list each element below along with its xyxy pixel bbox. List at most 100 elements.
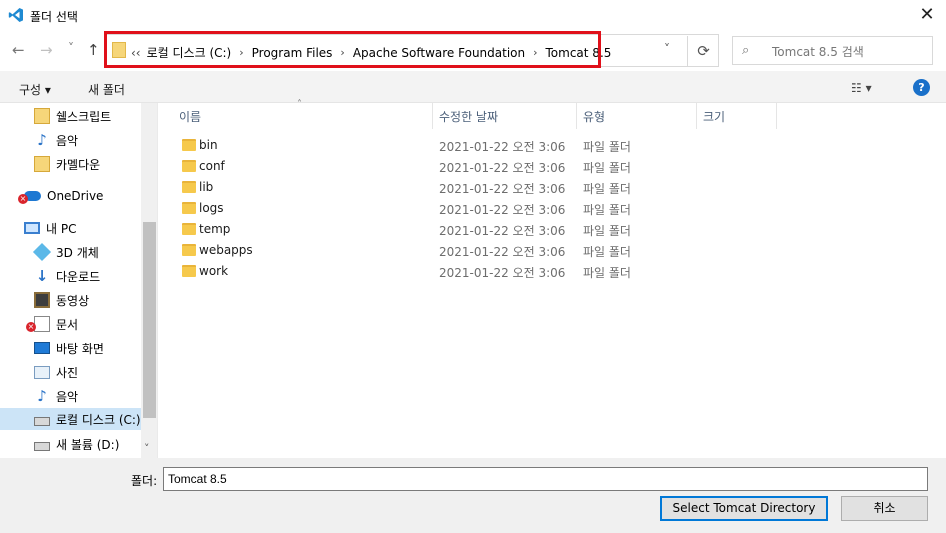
table-row[interactable]: bin 2021-01-22 오전 3:06 파일 폴더 bbox=[170, 135, 670, 156]
column-header-type[interactable]: 유형 bbox=[583, 108, 605, 125]
file-date: 2021-01-22 오전 3:06 bbox=[439, 140, 566, 154]
sidebar-item-documents[interactable]: × 문서 bbox=[0, 313, 141, 335]
file-name: conf bbox=[199, 159, 225, 173]
desktop-icon bbox=[34, 342, 50, 354]
folder-icon bbox=[182, 181, 196, 193]
file-name: bin bbox=[199, 138, 218, 152]
scroll-down-button[interactable]: ˅ bbox=[144, 442, 150, 455]
column-header-size[interactable]: 크기 bbox=[703, 108, 725, 125]
sidebar-item-desktop[interactable]: 바탕 화면 bbox=[0, 337, 141, 359]
sidebar-item-label: 동영상 bbox=[56, 293, 90, 308]
folder-sync-icon bbox=[34, 156, 50, 172]
sidebar-item-label: 사진 bbox=[56, 365, 79, 380]
file-date: 2021-01-22 오전 3:06 bbox=[439, 203, 566, 217]
new-folder-button[interactable]: 새 폴더 bbox=[88, 81, 125, 98]
music-icon: ♪ bbox=[37, 131, 47, 149]
sidebar-item-camel-down[interactable]: 카멜다운 bbox=[0, 153, 141, 175]
music-icon: ♪ bbox=[37, 387, 47, 405]
refresh-button[interactable]: ⟳ bbox=[687, 36, 719, 66]
file-date: 2021-01-22 오전 3:06 bbox=[439, 182, 566, 196]
file-name: temp bbox=[199, 222, 231, 236]
column-divider[interactable] bbox=[696, 103, 697, 129]
pc-icon bbox=[24, 222, 40, 234]
file-type: 파일 폴더 bbox=[583, 266, 631, 280]
sidebar-item-label: 음악 bbox=[56, 133, 79, 148]
column-header-name[interactable]: 이름 bbox=[179, 108, 201, 125]
drive-icon bbox=[34, 416, 50, 426]
file-type: 파일 폴더 bbox=[583, 245, 631, 259]
onedrive-icon: × bbox=[18, 191, 41, 204]
folder-icon bbox=[182, 160, 196, 172]
sidebar-item-music[interactable]: ♪ 음악 bbox=[0, 129, 141, 151]
table-row[interactable]: logs 2021-01-22 오전 3:06 파일 폴더 bbox=[170, 198, 670, 219]
document-icon: × bbox=[26, 316, 50, 332]
up-button[interactable]: ↑ bbox=[87, 41, 100, 59]
sidebar-item-label: 바탕 화면 bbox=[56, 341, 104, 356]
folder-icon bbox=[182, 139, 196, 151]
title-bar bbox=[0, 0, 946, 31]
sidebar-item-label: 쉘스크립트 bbox=[56, 109, 112, 124]
back-button[interactable]: ← bbox=[12, 41, 25, 59]
download-icon: ↓ bbox=[35, 267, 49, 285]
view-options-button[interactable]: ☷ ▾ bbox=[851, 81, 872, 95]
forward-button[interactable]: → bbox=[40, 41, 53, 59]
sidebar-item-pictures[interactable]: 사진 bbox=[0, 361, 141, 383]
file-type: 파일 폴더 bbox=[583, 224, 631, 238]
highlight-frame bbox=[104, 31, 601, 68]
column-header-date[interactable]: 수정한 날짜 bbox=[439, 108, 498, 125]
table-row[interactable]: temp 2021-01-22 오전 3:06 파일 폴더 bbox=[170, 219, 670, 240]
file-name: work bbox=[199, 264, 229, 278]
cancel-button[interactable]: 취소 bbox=[841, 496, 928, 521]
sidebar-item-label: 음악 bbox=[56, 389, 79, 404]
close-button[interactable]: ✕ bbox=[916, 4, 938, 26]
folder-icon bbox=[182, 202, 196, 214]
table-row[interactable]: work 2021-01-22 오전 3:06 파일 폴더 bbox=[170, 261, 670, 282]
vscode-app-icon bbox=[8, 8, 23, 22]
navigation-pane: 쉘스크립트 ♪ 음악 카멜다운 × OneDrive 내 PC 3D 개체 ↓ … bbox=[0, 103, 157, 458]
sidebar-item-shellscript[interactable]: 쉘스크립트 bbox=[0, 105, 141, 127]
address-dropdown-button[interactable]: ˅ bbox=[664, 42, 670, 56]
folder-label: 폴더: bbox=[131, 474, 158, 488]
file-name: lib bbox=[199, 180, 214, 194]
sidebar-item-videos[interactable]: 동영상 bbox=[0, 289, 141, 311]
sidebar-item-label: 로컬 디스크 (C:) bbox=[56, 412, 141, 427]
sidebar-scroll-thumb[interactable] bbox=[143, 222, 156, 418]
file-type: 파일 폴더 bbox=[583, 203, 631, 217]
help-button[interactable]: ? bbox=[913, 79, 930, 96]
column-divider[interactable] bbox=[432, 103, 433, 129]
search-placeholder: Tomcat 8.5 검색 bbox=[772, 45, 864, 59]
sidebar-item-music-2[interactable]: ♪ 음악 bbox=[0, 385, 141, 407]
organize-button[interactable]: 구성 ▾ bbox=[19, 81, 51, 98]
sidebar-item-label: 새 볼륨 (D:) bbox=[56, 437, 120, 452]
file-type: 파일 폴더 bbox=[583, 182, 631, 196]
sidebar-item-local-disk-c[interactable]: 로컬 디스크 (C:) bbox=[0, 408, 141, 430]
command-toolbar bbox=[0, 71, 946, 103]
sidebar-item-3d-objects[interactable]: 3D 개체 bbox=[0, 241, 141, 263]
folder-name-input[interactable] bbox=[163, 467, 928, 491]
3d-icon bbox=[32, 242, 52, 262]
column-divider[interactable] bbox=[776, 103, 777, 129]
sidebar-item-label: 문서 bbox=[56, 317, 79, 332]
picture-icon bbox=[34, 365, 50, 379]
sidebar-item-new-volume-d[interactable]: 새 볼륨 (D:) bbox=[0, 433, 141, 455]
sidebar-item-label: 내 PC bbox=[46, 221, 77, 236]
column-divider[interactable] bbox=[576, 103, 577, 129]
file-name: logs bbox=[199, 201, 224, 215]
folder-icon bbox=[182, 265, 196, 277]
sidebar-item-downloads[interactable]: ↓ 다운로드 bbox=[0, 265, 141, 287]
sidebar-item-label: 다운로드 bbox=[56, 269, 101, 284]
search-icon: ⌕ bbox=[742, 43, 750, 58]
sidebar-item-this-pc[interactable]: 내 PC bbox=[0, 217, 141, 239]
sidebar-item-onedrive[interactable]: × OneDrive bbox=[0, 185, 141, 207]
file-type: 파일 폴더 bbox=[583, 140, 631, 154]
table-row[interactable]: webapps 2021-01-22 오전 3:06 파일 폴더 bbox=[170, 240, 670, 261]
sidebar-item-label: OneDrive bbox=[47, 189, 104, 203]
recent-locations-button[interactable]: ˅ bbox=[68, 41, 74, 55]
file-date: 2021-01-22 오전 3:06 bbox=[439, 245, 566, 259]
table-row[interactable]: conf 2021-01-22 오전 3:06 파일 폴더 bbox=[170, 156, 670, 177]
folder-icon bbox=[182, 223, 196, 235]
file-date: 2021-01-22 오전 3:06 bbox=[439, 224, 566, 238]
file-type: 파일 폴더 bbox=[583, 161, 631, 175]
table-row[interactable]: lib 2021-01-22 오전 3:06 파일 폴더 bbox=[170, 177, 670, 198]
select-directory-button[interactable]: Select Tomcat Directory bbox=[660, 496, 828, 521]
